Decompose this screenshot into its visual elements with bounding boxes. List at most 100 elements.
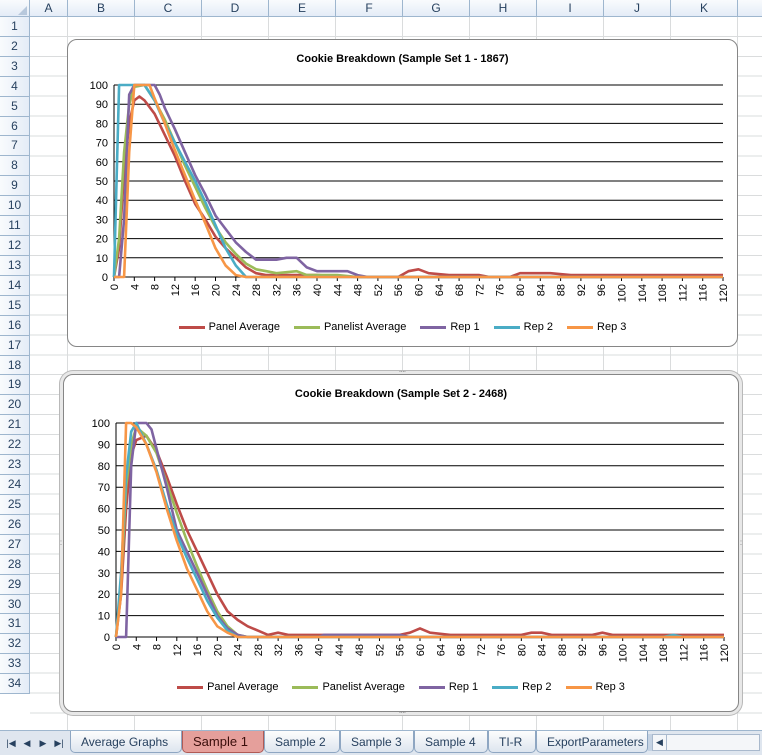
x-tick-label: 24	[233, 644, 245, 656]
row-header-27[interactable]: 27	[0, 534, 30, 555]
x-tick-label: 80	[515, 284, 527, 296]
x-tick-label: 76	[496, 644, 508, 656]
x-tick-label: 28	[251, 284, 263, 296]
column-header-i[interactable]: I	[537, 0, 604, 17]
line-plot-area: 01020304050607080901000 4 8 12 16 20 24 28 32 36 4…	[92, 418, 731, 662]
row-header-3[interactable]: 3	[0, 56, 30, 77]
y-tick-label: 30	[96, 214, 108, 226]
column-header-h[interactable]: H	[470, 0, 537, 17]
y-tick-label: 50	[96, 176, 108, 188]
sheet-tab-average-graphs[interactable]: Average Graphs	[70, 731, 182, 753]
y-tick-label: 0	[102, 272, 108, 284]
row-header-31[interactable]: 31	[0, 614, 30, 635]
column-header-k[interactable]: K	[671, 0, 738, 17]
row-header-15[interactable]: 15	[0, 295, 30, 316]
sheet-tab-exportparameters[interactable]: ExportParameters	[536, 731, 648, 753]
last-sheet-icon[interactable]: ▶|	[52, 736, 66, 750]
x-tick-label: 20	[212, 644, 224, 656]
row-header-1[interactable]: 1	[0, 17, 30, 37]
y-tick-label: 10	[96, 253, 108, 265]
row-header-5[interactable]: 5	[0, 96, 30, 117]
resize-handle-left[interactable]: :	[58, 539, 63, 550]
row-header-14[interactable]: 14	[0, 275, 30, 296]
row-header-23[interactable]: 23	[0, 455, 30, 476]
row-header-16[interactable]: 16	[0, 315, 30, 336]
row-header-21[interactable]: 21	[0, 415, 30, 436]
row-header-33[interactable]: 33	[0, 654, 30, 675]
x-tick-label: 104	[638, 644, 650, 662]
row-header-13[interactable]: 13	[0, 255, 30, 276]
x-tick-label: 72	[474, 284, 486, 296]
row-header-28[interactable]: 28	[0, 554, 30, 575]
chart-legend: Panel Average Panelist Average Rep 1 Rep 2 R…	[64, 681, 738, 693]
chart-sample-set-2[interactable]: ···· ···· : : Cookie Breakdown (Sample S…	[60, 368, 742, 717]
row-header-30[interactable]: 30	[0, 594, 30, 615]
horizontal-scrollbar[interactable]: ◀	[652, 734, 760, 751]
row-header-34[interactable]: 34	[0, 674, 30, 695]
y-tick-label: 70	[96, 138, 108, 150]
x-tick-label: 92	[576, 284, 588, 296]
x-tick-label: 0	[109, 284, 121, 290]
x-tick-label: 112	[677, 284, 689, 302]
row-header-4[interactable]: 4	[0, 76, 30, 97]
row-header-7[interactable]: 7	[0, 136, 30, 157]
row-header-25[interactable]: 25	[0, 494, 30, 515]
row-header-20[interactable]: 20	[0, 395, 30, 416]
row-header-17[interactable]: 17	[0, 335, 30, 356]
first-sheet-icon[interactable]: |◀	[4, 736, 18, 750]
x-tick-label: 104	[637, 284, 649, 302]
y-tick-label: 100	[92, 418, 110, 430]
legend-swatch	[492, 685, 519, 689]
row-header-24[interactable]: 24	[0, 475, 30, 495]
sheet-tab-ti-r[interactable]: TI-R	[488, 731, 536, 753]
row-header-29[interactable]: 29	[0, 574, 30, 595]
select-all-corner[interactable]	[0, 0, 30, 17]
row-header-6[interactable]: 6	[0, 116, 30, 137]
x-tick-label: 48	[354, 644, 366, 656]
legend-label: Rep 2	[522, 681, 552, 693]
x-tick-label: 72	[476, 644, 488, 656]
column-header-a[interactable]: A	[30, 0, 68, 17]
x-tick-label: 56	[395, 644, 407, 656]
x-tick-label: 12	[172, 644, 184, 656]
x-tick-label: 12	[170, 284, 182, 296]
column-header-f[interactable]: F	[336, 0, 403, 17]
legend-item: Rep 1	[418, 681, 478, 693]
row-header-18[interactable]: 18	[0, 355, 30, 376]
column-header-e[interactable]: E	[269, 0, 336, 17]
row-header-9[interactable]: 9	[0, 176, 30, 197]
row-header-26[interactable]: 26	[0, 514, 30, 535]
prev-sheet-icon[interactable]: ◀	[20, 736, 34, 750]
resize-handle-top[interactable]: ····	[397, 368, 407, 376]
sheet-tab-sample-1[interactable]: Sample 1	[182, 731, 264, 753]
legend-item: Panelist Average	[293, 321, 406, 333]
row-header-11[interactable]: 11	[0, 216, 30, 237]
chart-sample-set-1[interactable]: Cookie Breakdown (Sample Set 1 - 1867) 0…	[67, 39, 738, 347]
x-tick-label: 60	[415, 644, 427, 656]
column-header-d[interactable]: D	[202, 0, 269, 17]
legend-label: Panelist Average	[322, 681, 405, 693]
row-header-12[interactable]: 12	[0, 236, 30, 256]
row-header-2[interactable]: 2	[0, 36, 30, 57]
row-header-8[interactable]: 8	[0, 156, 30, 177]
x-tick-label: 4	[129, 284, 141, 290]
sheet-tab-sample-3[interactable]: Sample 3	[340, 731, 414, 753]
x-tick-label: 36	[293, 644, 305, 656]
column-header-c[interactable]: C	[135, 0, 202, 17]
y-tick-label: 10	[98, 611, 110, 623]
column-header-g[interactable]: G	[403, 0, 470, 17]
sheet-tab-sample-2[interactable]: Sample 2	[264, 731, 340, 753]
row-header-19[interactable]: 19	[0, 375, 30, 396]
scroll-left-icon[interactable]: ◀	[653, 735, 667, 750]
y-tick-label: 50	[98, 525, 110, 537]
legend-item: Panel Average	[177, 681, 278, 693]
column-header-b[interactable]: B	[68, 0, 135, 17]
sheet-tab-sample-4[interactable]: Sample 4	[414, 731, 488, 753]
column-header-j[interactable]: J	[604, 0, 671, 17]
y-tick-label: 80	[96, 118, 108, 130]
x-tick-label: 100	[618, 644, 630, 662]
row-header-10[interactable]: 10	[0, 196, 30, 217]
next-sheet-icon[interactable]: ▶	[36, 736, 50, 750]
row-header-22[interactable]: 22	[0, 435, 30, 456]
row-header-32[interactable]: 32	[0, 634, 30, 655]
